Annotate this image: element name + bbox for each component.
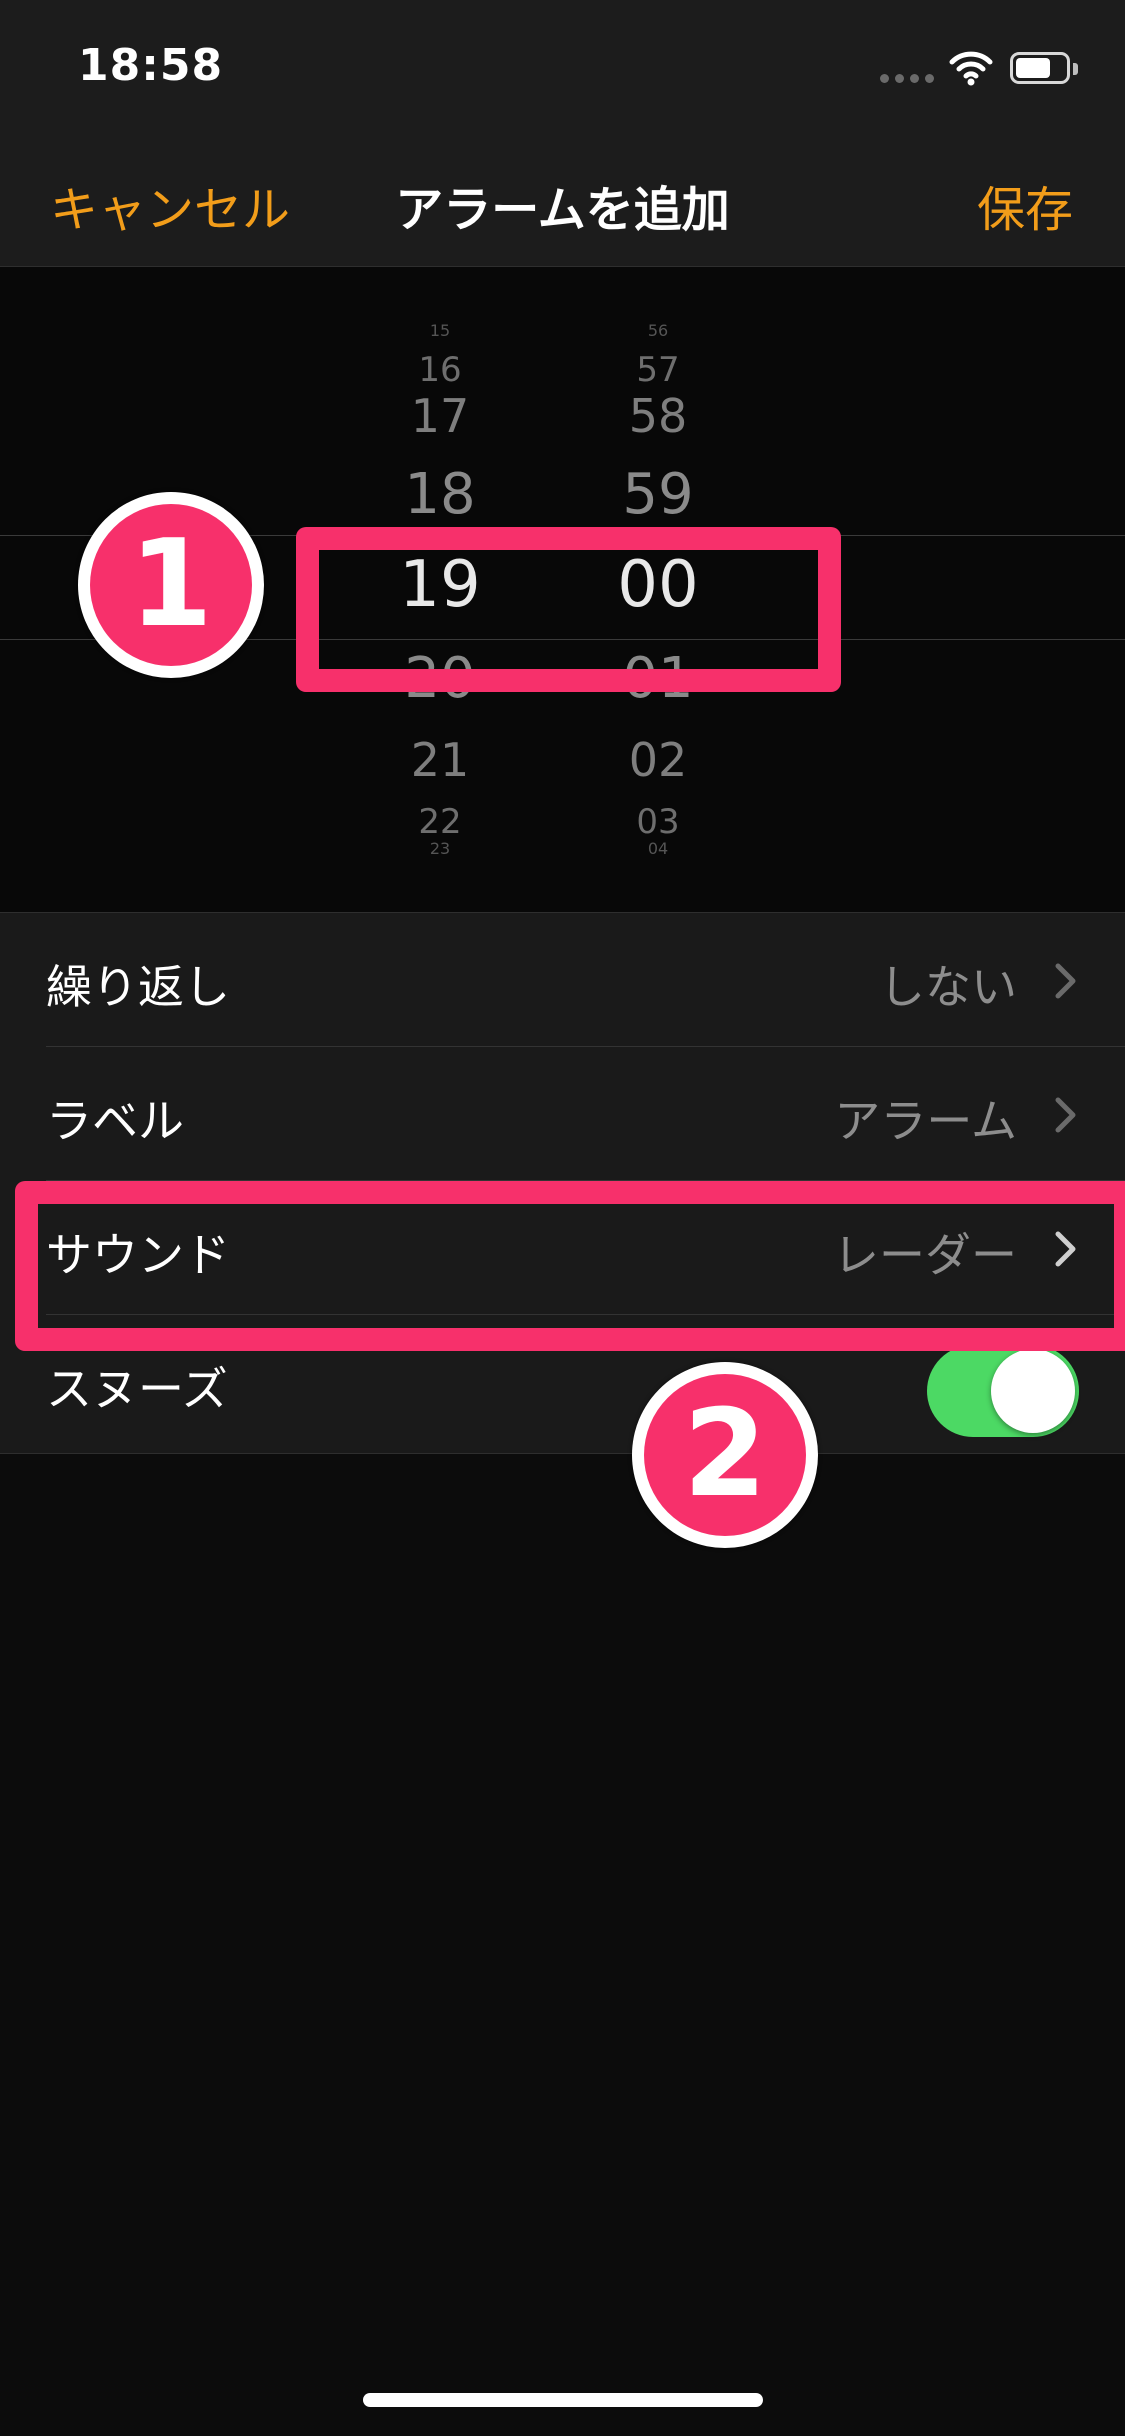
label-value: アラーム bbox=[834, 1094, 1017, 1148]
minute-option[interactable]: 59 bbox=[558, 467, 758, 523]
wifi-icon bbox=[949, 51, 993, 86]
home-indicator[interactable] bbox=[363, 2393, 763, 2407]
hour-option[interactable]: 23 bbox=[340, 841, 540, 857]
minute-option[interactable]: 58 bbox=[558, 393, 758, 439]
step-badge-2: 2 bbox=[632, 1362, 818, 1548]
nav-bar: キャンセル アラームを追加 保存 bbox=[0, 140, 1125, 267]
minute-option[interactable]: 03 bbox=[558, 805, 758, 839]
minute-option[interactable]: 56 bbox=[558, 323, 758, 339]
repeat-label: 繰り返し bbox=[46, 960, 230, 1014]
chevron-right-icon bbox=[1055, 963, 1076, 999]
label-row[interactable]: ラベル アラーム bbox=[0, 1047, 1125, 1181]
repeat-row[interactable]: 繰り返し しない bbox=[0, 913, 1125, 1047]
highlight-box-time bbox=[296, 527, 841, 692]
hour-option[interactable]: 15 bbox=[340, 323, 540, 339]
hour-option[interactable]: 21 bbox=[340, 737, 540, 783]
step-badge-1: 1 bbox=[78, 492, 264, 678]
repeat-value: しない bbox=[879, 960, 1017, 1014]
snooze-label: スヌーズ bbox=[46, 1362, 228, 1416]
chevron-right-icon bbox=[1055, 1097, 1076, 1133]
toggle-knob bbox=[991, 1349, 1075, 1433]
status-time: 18:58 bbox=[78, 40, 224, 91]
hour-option[interactable]: 16 bbox=[340, 353, 540, 387]
label-label: ラベル bbox=[46, 1094, 184, 1148]
minute-option[interactable]: 04 bbox=[558, 841, 758, 857]
status-bar: 18:58 bbox=[0, 0, 1125, 140]
battery-icon bbox=[1010, 52, 1078, 86]
snooze-toggle[interactable] bbox=[927, 1345, 1079, 1437]
hour-option[interactable]: 17 bbox=[340, 393, 540, 439]
minute-option[interactable]: 57 bbox=[558, 353, 758, 387]
highlight-box-sound bbox=[15, 1181, 1125, 1351]
cellular-signal-icon bbox=[880, 74, 934, 83]
hour-option[interactable]: 18 bbox=[340, 467, 540, 523]
save-button[interactable]: 保存 bbox=[977, 170, 1073, 240]
hour-option[interactable]: 22 bbox=[340, 805, 540, 839]
page-title: アラームを追加 bbox=[395, 182, 730, 238]
minute-option[interactable]: 02 bbox=[558, 737, 758, 783]
